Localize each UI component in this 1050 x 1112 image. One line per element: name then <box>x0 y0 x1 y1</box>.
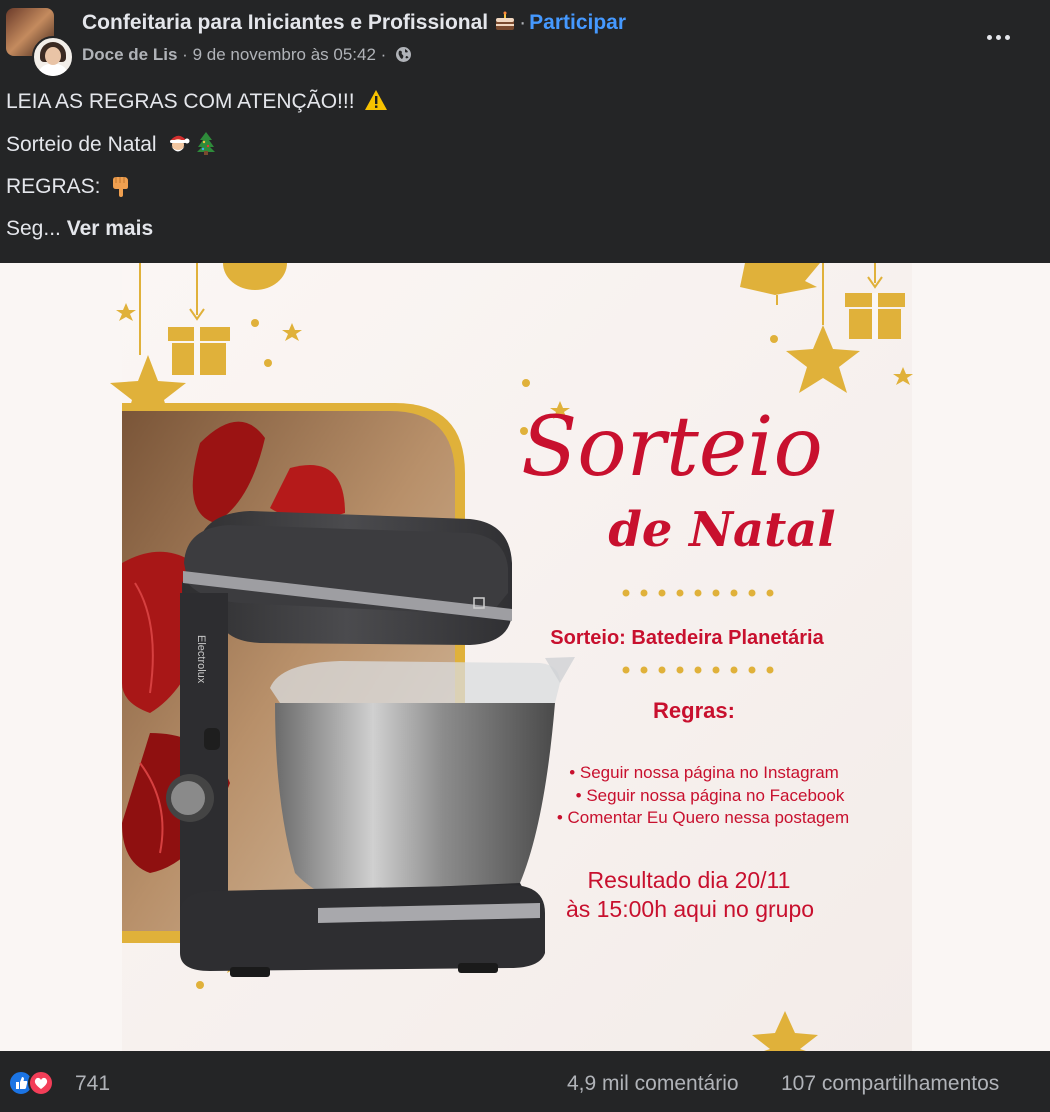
love-icon <box>28 1070 54 1096</box>
see-more-link[interactable]: Ver mais <box>67 217 153 240</box>
shares-count-link[interactable]: 107 compartilhamentos <box>781 1072 999 1096</box>
separator-dot: · <box>182 45 188 64</box>
warning-emoji-icon <box>365 90 388 110</box>
result-time-text: às 15:00h aqui no grupo <box>566 896 814 922</box>
join-group-button[interactable]: Participar <box>529 11 626 34</box>
poster-title-script: Sorteio <box>521 400 823 495</box>
post-footer: 741 4,9 mil comentário 107 compartilhame… <box>0 1051 1050 1112</box>
more-icon <box>986 34 992 40</box>
rules-label-text: REGRAS: <box>6 175 101 198</box>
group-name-link[interactable]: Confeitaria para Iniciantes e Profission… <box>82 11 488 34</box>
point-down-emoji-icon <box>113 177 129 197</box>
rules-warning-text: LEIA AS REGRAS COM ATENÇÃO!!! <box>6 90 355 113</box>
rule-item: • Seguir nossa página no Instagram <box>569 763 839 782</box>
author-name-link[interactable]: Doce de Lis <box>82 45 177 64</box>
post-text-line-3: REGRAS: <box>6 174 133 199</box>
cake-emoji-icon <box>496 11 515 30</box>
prize-text: Sorteio: Batedeira Planetária <box>550 627 824 649</box>
result-date-text: Resultado dia 20/11 <box>588 867 791 893</box>
author-avatar[interactable] <box>32 36 74 78</box>
giveaway-text: Sorteio de Natal <box>6 133 157 156</box>
christmas-tree-emoji-icon <box>197 132 216 155</box>
globe-icon[interactable] <box>395 46 412 63</box>
post-text-line-1: LEIA AS REGRAS COM ATENÇÃO!!! <box>6 89 388 114</box>
reaction-count[interactable]: 741 <box>75 1072 110 1096</box>
post-image[interactable]: Electrolux Sorteio de Natal Sorteio: Bat… <box>0 263 1050 1051</box>
more-options-button[interactable] <box>976 22 1020 52</box>
separator-dot: · <box>519 11 527 34</box>
group-title-row: Confeitaria para Iniciantes e Profission… <box>82 11 626 35</box>
rule-item: • Seguir nossa página no Facebook <box>576 786 845 805</box>
post-meta: Doce de Lis · 9 de novembro às 05:42 · <box>82 45 412 65</box>
poster-title-sub: de Natal <box>608 502 835 558</box>
group-avatar[interactable] <box>6 8 74 78</box>
rules-heading: Regras: <box>653 698 735 723</box>
truncated-text: Seg... <box>6 217 61 240</box>
post-text-line-4: Seg... Ver mais <box>6 217 153 241</box>
post-text-line-2: Sorteio de Natal <box>6 131 216 157</box>
mixer-brand-label: Electrolux <box>195 635 207 684</box>
separator-dot: · <box>380 45 387 64</box>
comments-count-link[interactable]: 4,9 mil comentário <box>567 1072 739 1096</box>
giveaway-poster: Electrolux Sorteio de Natal Sorteio: Bat… <box>0 263 1050 1051</box>
post-header: Confeitaria para Iniciantes e Profission… <box>0 0 1050 80</box>
santa-emoji-icon <box>170 135 190 152</box>
rule-item: • Comentar Eu Quero nessa postagem <box>557 808 849 827</box>
post-timestamp-link[interactable]: 9 de novembro às 05:42 <box>193 45 376 64</box>
